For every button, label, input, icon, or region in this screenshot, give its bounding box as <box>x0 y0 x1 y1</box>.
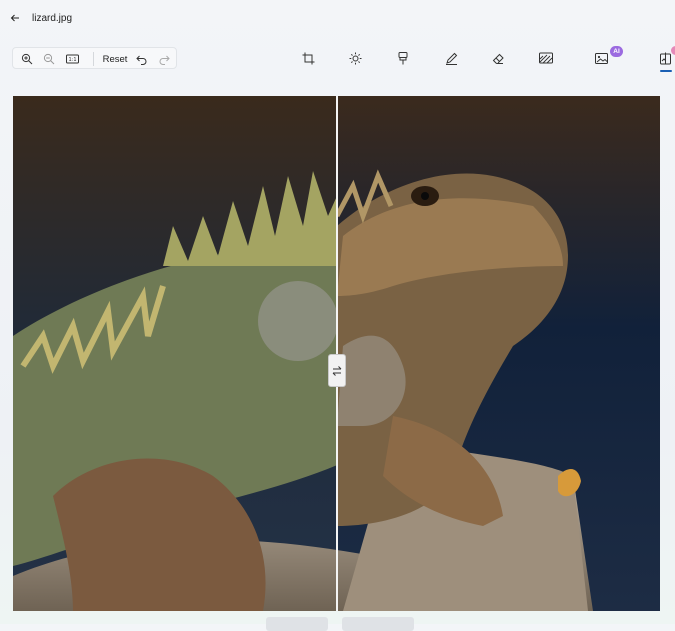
erase-tool-button[interactable] <box>489 49 507 67</box>
eraser-icon <box>492 53 504 64</box>
title-bar: lizard.jpg <box>0 0 675 38</box>
crop-icon <box>302 52 314 64</box>
ai-image-icon <box>595 53 608 64</box>
undo-button[interactable] <box>134 51 148 67</box>
view-toolbar: 1:1 Reset <box>12 47 177 69</box>
background-tool-button[interactable] <box>537 49 555 67</box>
compare-icon <box>659 52 671 64</box>
undo-icon <box>135 55 146 65</box>
pane-edge-indicator <box>671 46 675 55</box>
zoom-out-icon <box>43 53 55 65</box>
markup-tool-button[interactable] <box>442 49 460 67</box>
filter-tool-button[interactable] <box>394 49 412 67</box>
background-icon <box>539 52 553 64</box>
size-chip-before <box>266 617 328 631</box>
compare-handle[interactable] <box>328 354 346 387</box>
zoom-in-icon <box>21 53 33 65</box>
filter-icon <box>398 51 408 64</box>
redo-button[interactable] <box>157 51 171 67</box>
svg-text:1:1: 1:1 <box>68 57 76 63</box>
pen-icon <box>445 52 457 65</box>
arrow-left-icon <box>10 14 19 22</box>
ai-badge: AI <box>610 46 623 57</box>
generative-tool-button[interactable] <box>593 49 611 67</box>
swap-arrows-icon <box>332 365 342 376</box>
back-button[interactable] <box>6 9 24 27</box>
redo-icon <box>159 55 170 65</box>
actual-size-button[interactable]: 1:1 <box>64 51 80 67</box>
actual-size-icon: 1:1 <box>65 54 79 64</box>
toolbar-divider <box>93 52 94 66</box>
active-tool-indicator <box>660 70 672 72</box>
adjustment-tool-button[interactable] <box>346 49 364 67</box>
brightness-icon <box>349 52 361 64</box>
size-chip-after <box>342 617 414 631</box>
reset-label: Reset <box>102 53 128 65</box>
crop-tool-button[interactable] <box>299 49 317 67</box>
reset-button[interactable]: Reset <box>101 51 129 67</box>
zoom-in-button[interactable] <box>19 51 35 67</box>
zoom-out-button[interactable] <box>41 51 57 67</box>
file-name: lizard.jpg <box>32 13 73 24</box>
